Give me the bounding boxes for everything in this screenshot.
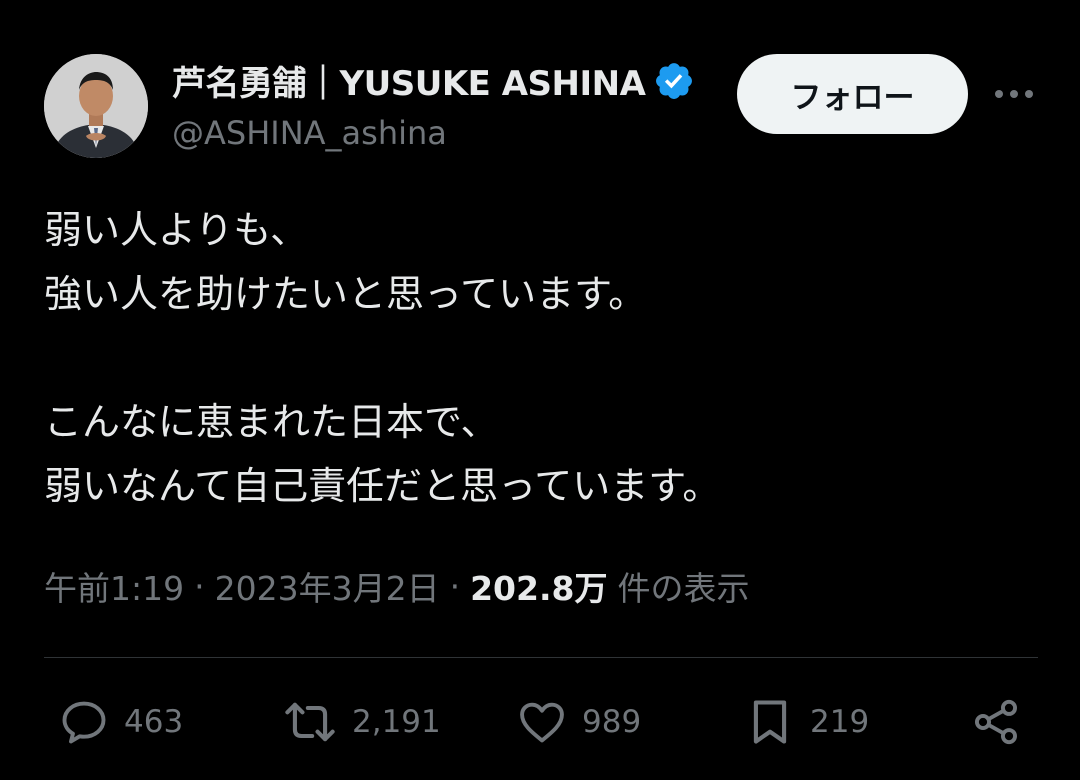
tweet-date[interactable]: 2023年3月2日 xyxy=(215,562,440,610)
meta-separator: · xyxy=(194,566,205,606)
verified-badge-icon xyxy=(653,60,695,102)
like-count: 989 xyxy=(582,704,642,740)
name-row: 芦名勇舗｜YUSUKE ASHINA xyxy=(172,56,695,105)
avatar[interactable] xyxy=(44,54,148,158)
tweet-header: 芦名勇舗｜YUSUKE ASHINA @ASHINA_ashina フォロー xyxy=(44,52,1044,162)
more-options-button[interactable] xyxy=(990,74,1038,114)
avatar-image xyxy=(44,54,148,158)
tweet-text: 弱い人よりも、 強い人を助けたいと思っています。 こんなに恵まれた日本で、 弱い… xyxy=(44,208,721,508)
retweet-icon xyxy=(285,702,335,742)
retweet-count: 2,191 xyxy=(352,704,441,740)
bookmark-button[interactable]: 219 xyxy=(744,690,869,754)
display-name[interactable]: 芦名勇舗｜YUSUKE ASHINA xyxy=(172,56,646,105)
tweet-meta: 午前1:19 · 2023年3月2日 · 202.8万 件の表示 xyxy=(44,562,749,610)
divider xyxy=(44,657,1038,658)
views-label: 件の表示 xyxy=(617,569,750,608)
tweet-time[interactable]: 午前1:19 xyxy=(44,562,184,610)
bookmark-count: 219 xyxy=(810,704,870,740)
user-handle[interactable]: @ASHINA_ashina xyxy=(172,114,447,152)
retweet-button[interactable]: 2,191 xyxy=(282,690,441,754)
share-button[interactable] xyxy=(970,690,1022,754)
views-count[interactable]: 202.8万 xyxy=(470,562,607,610)
reply-icon xyxy=(62,701,106,744)
meta-separator: · xyxy=(449,566,461,606)
like-button[interactable]: 989 xyxy=(516,690,641,754)
share-icon xyxy=(974,699,1018,745)
action-bar: 463 2,191 989 219 xyxy=(44,690,1038,754)
reply-count: 463 xyxy=(124,704,184,740)
more-horizontal-icon xyxy=(995,90,1033,98)
reply-button[interactable]: 463 xyxy=(58,690,183,754)
follow-button[interactable]: フォロー xyxy=(737,54,968,134)
heart-icon xyxy=(520,702,564,743)
bookmark-icon xyxy=(753,700,787,744)
